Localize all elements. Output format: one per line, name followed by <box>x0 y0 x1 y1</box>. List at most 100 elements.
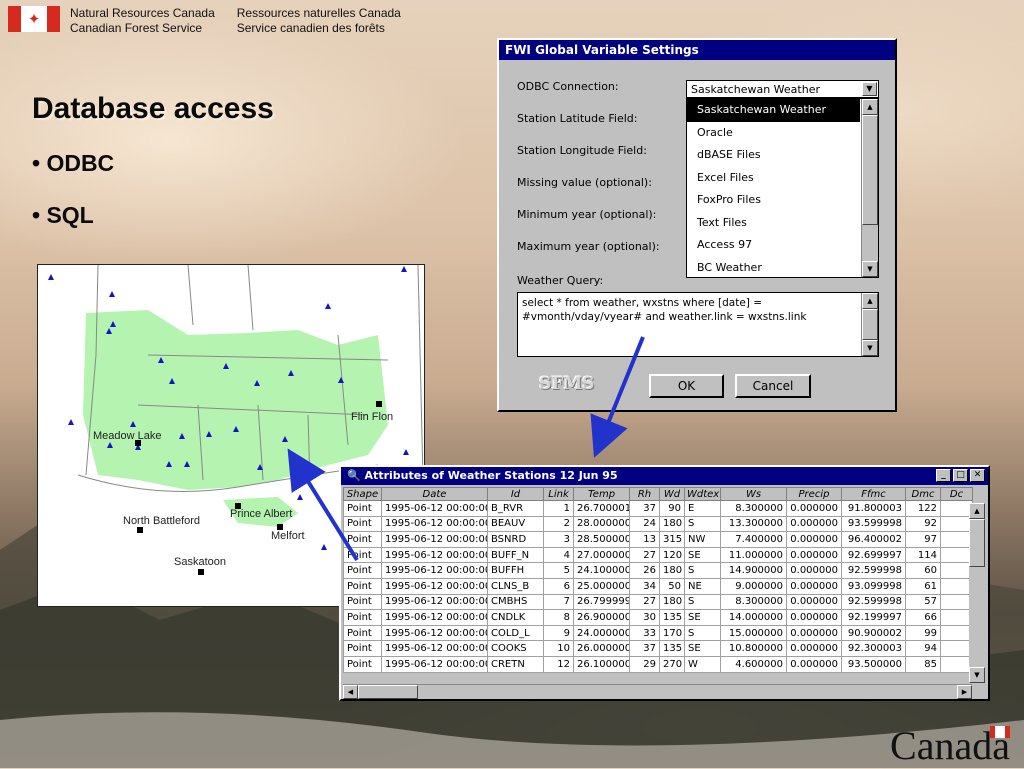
table-row[interactable]: Point 1995-06-12 00:00:00 CRETN 12 26.100000… <box>343 655 973 673</box>
table-cell: 1995-06-12 00:00:00 <box>381 609 488 626</box>
scroll-up-icon[interactable]: ▲ <box>862 293 878 309</box>
scroll-down-icon[interactable]: ▼ <box>969 667 985 683</box>
table-row[interactable]: Point 1995-06-12 00:00:00 COLD_L 9 24.000000… <box>343 624 973 642</box>
odbc-option[interactable]: Access 97 <box>687 234 860 257</box>
table-cell: 2 <box>543 515 574 533</box>
table-cell: 85 <box>905 655 941 673</box>
table-row[interactable]: Point 1995-06-12 00:00:00 BSNRD 3 28.500000 1… <box>343 531 973 548</box>
column-header-temp[interactable]: Temp <box>573 487 630 501</box>
table-cell: S <box>684 515 721 533</box>
table-horizontal-scrollbar[interactable]: ◀ ▶ <box>343 684 972 699</box>
table-cell: S <box>684 593 721 611</box>
table-cell: 14.000000 <box>720 609 787 626</box>
odbc-dropdown-list[interactable]: Saskatchewan Weather Oracle dBASE Files … <box>686 98 879 278</box>
column-header-dc[interactable]: Dc <box>940 487 973 501</box>
table-cell: 34 <box>629 577 660 595</box>
table-row[interactable]: Point 1995-06-12 00:00:00 BUFF_N 4 27.000000… <box>343 546 973 564</box>
weather-query-textarea[interactable]: select * from weather, wxstns where [dat… <box>517 292 879 357</box>
table-cell: 1995-06-12 00:00:00 <box>381 577 488 595</box>
scroll-down-icon[interactable]: ▼ <box>862 340 878 356</box>
column-header-shape[interactable]: Shape <box>343 487 382 501</box>
scroll-thumb[interactable] <box>862 115 878 225</box>
table-cell: 29 <box>629 655 660 673</box>
table-row[interactable]: Point 1995-06-12 00:00:00 B_RVR 1 26.700001 3… <box>343 500 973 517</box>
table-cell: 26.799999 <box>573 593 630 611</box>
table-cell: 0.000000 <box>786 577 842 595</box>
scroll-thumb[interactable] <box>862 309 878 340</box>
maximize-icon[interactable]: □ <box>953 469 968 482</box>
column-header-dmc[interactable]: Dmc <box>905 487 941 501</box>
table-cell: SE <box>684 640 721 657</box>
table-cell: 92.599998 <box>841 593 906 611</box>
latitude-label: Station Latitude Field: <box>517 112 638 125</box>
scroll-up-icon[interactable]: ▲ <box>862 99 878 115</box>
table-cell: 1995-06-12 00:00:00 <box>381 640 488 657</box>
query-scrollbar[interactable]: ▲ ▼ <box>861 293 878 356</box>
table-cell: 92 <box>905 515 941 533</box>
table-cell: 3 <box>543 531 574 548</box>
attributes-table-window: 🔍 Attributes of Weather Stations 12 Jun … <box>339 465 990 701</box>
odbc-connection-combo[interactable]: Saskatchewan Weather ▼ <box>686 80 879 98</box>
odbc-option[interactable]: Oracle <box>687 122 860 145</box>
odbc-option[interactable]: Text Files <box>687 212 860 235</box>
vscroll-track[interactable]: ▲ ▼ <box>969 503 985 683</box>
table-cell: CNDLK <box>487 609 544 626</box>
table-row[interactable]: Point 1995-06-12 00:00:00 CMBHS 7 26.799999 2… <box>343 593 973 611</box>
table-cell: S <box>684 624 721 642</box>
table-cell: 92.199997 <box>841 609 906 626</box>
table-cell: 0.000000 <box>786 515 842 533</box>
odbc-option[interactable]: Saskatchewan Weather <box>687 99 860 122</box>
query-text: select * from weather, wxstns where [dat… <box>522 297 807 323</box>
column-header-id[interactable]: Id <box>487 487 544 501</box>
scroll-right-icon[interactable]: ▶ <box>957 685 972 699</box>
table-row[interactable]: Point 1995-06-12 00:00:00 BUFFH 5 24.100000 2… <box>343 562 973 579</box>
table-cell: CMBHS <box>487 593 544 611</box>
ok-button[interactable]: OK <box>649 374 724 398</box>
table-cell: 0.000000 <box>786 546 842 564</box>
table-cell: 114 <box>905 546 941 564</box>
column-header-date[interactable]: Date <box>381 487 488 501</box>
dropdown-scrollbar[interactable]: ▲ ▼ <box>861 99 878 277</box>
table-cell: 24 <box>629 515 660 533</box>
table-cell: 27.000000 <box>573 546 630 564</box>
table-row[interactable]: Point 1995-06-12 00:00:00 CLNS_B 6 25.000000… <box>343 577 973 595</box>
scroll-down-icon[interactable]: ▼ <box>862 261 878 277</box>
scroll-left-icon[interactable]: ◀ <box>343 685 358 699</box>
odbc-option[interactable]: Excel Files <box>687 167 860 190</box>
column-header-precip[interactable]: Precip <box>786 487 842 501</box>
table-cell: 0.000000 <box>786 500 842 517</box>
odbc-option[interactable]: BC Weather <box>687 257 860 280</box>
table-row[interactable]: Point 1995-06-12 00:00:00 CNDLK 8 26.900000 3… <box>343 609 973 626</box>
table-cell: 12 <box>543 655 574 673</box>
scroll-thumb[interactable] <box>969 519 985 567</box>
odbc-option[interactable]: dBASE Files <box>687 144 860 167</box>
column-header-link[interactable]: Link <box>543 487 574 501</box>
slide-title: Database access <box>32 92 274 125</box>
table-cell: NW <box>684 531 721 548</box>
column-header-ws[interactable]: Ws <box>720 487 787 501</box>
column-header-ffmc[interactable]: Ffmc <box>841 487 906 501</box>
column-header-rh[interactable]: Rh <box>629 487 660 501</box>
odbc-option[interactable]: FoxPro Files <box>687 189 860 212</box>
attributes-table[interactable]: Shape Date Id Link Temp Rh Wd Wdtext Ws Precip Ffm… <box>343 487 973 673</box>
table-cell: 1995-06-12 00:00:00 <box>381 624 488 642</box>
table-cell: 90.900002 <box>841 624 906 642</box>
table-row[interactable]: Point 1995-06-12 00:00:00 BEAUV 2 28.000000 2… <box>343 515 973 533</box>
table-cell: 28.500000 <box>573 531 630 548</box>
cancel-button[interactable]: Cancel <box>735 374 811 398</box>
scroll-up-icon[interactable]: ▲ <box>969 503 985 519</box>
minimize-icon[interactable]: _ <box>936 469 951 482</box>
table-cell: 10.800000 <box>720 640 787 657</box>
table-vertical-scrollbar[interactable]: ▲ ▼ <box>969 503 985 683</box>
table-cell: 27 <box>629 546 660 564</box>
close-icon[interactable]: ✕ <box>970 469 985 482</box>
table-cell: Point <box>343 500 382 517</box>
table-row[interactable]: Point 1995-06-12 00:00:00 COOKS 10 26.000000… <box>343 640 973 657</box>
table-cell: 94 <box>905 640 941 657</box>
chevron-down-icon[interactable]: ▼ <box>862 82 877 96</box>
table-cell: 8.300000 <box>720 593 787 611</box>
fwi-settings-dialog: FWI Global Variable Settings ODBC Connec… <box>497 38 897 412</box>
column-header-wdtext[interactable]: Wdtext <box>684 487 721 501</box>
hscroll-thumb[interactable] <box>358 685 418 699</box>
column-header-wd[interactable]: Wd <box>659 487 685 501</box>
